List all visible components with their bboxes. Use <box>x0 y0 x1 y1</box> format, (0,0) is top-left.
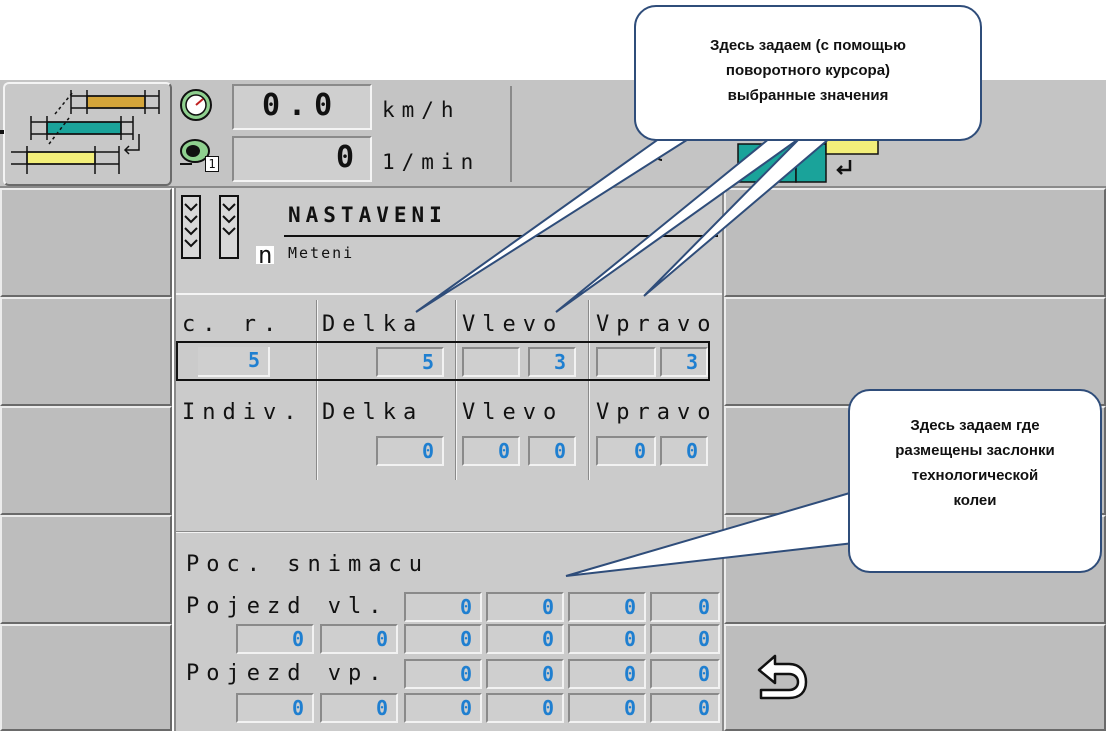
callout-cursor-values: Здесь задаем (с помощью поворотного курс… <box>634 5 982 141</box>
callout-tramline-flaps: Здесь задаем где размещены заслонки техн… <box>848 389 1102 573</box>
callout-pointer-vlevo <box>555 137 804 313</box>
callout-pointer-sensors <box>565 488 882 577</box>
callout-pointer-delka <box>415 137 694 313</box>
callout-tramline-text: Здесь задаем где размещены заслонки техн… <box>895 417 1055 509</box>
callout-cursor-text: Здесь задаем (с помощью поворотного курс… <box>710 37 906 104</box>
